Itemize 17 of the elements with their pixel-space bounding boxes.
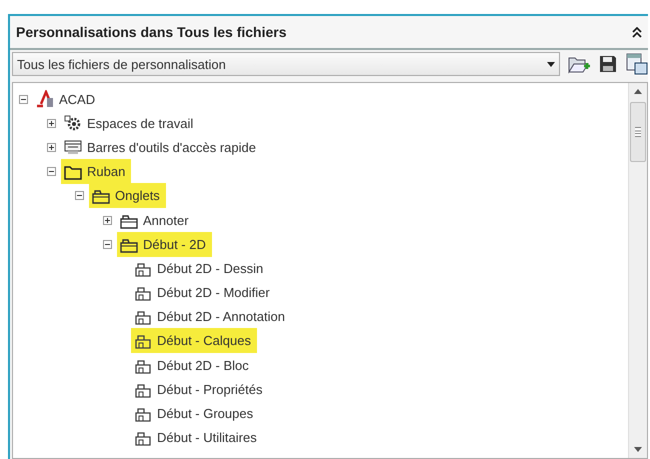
tree-item[interactable]: Début - Utilitaires xyxy=(131,427,263,448)
tree-item[interactable]: ACAD xyxy=(33,88,102,110)
tree-item[interactable]: Début 2D - Bloc xyxy=(131,354,255,376)
tree-item[interactable]: Espaces de travail xyxy=(61,112,200,134)
tree-item[interactable]: Début 2D - Modifier xyxy=(131,282,276,304)
tree-item[interactable]: Début - Groupes xyxy=(131,403,260,424)
tree-item[interactable]: Début - 2D xyxy=(117,232,212,257)
file-dropdown[interactable]: Tous les fichiers de personnalisation xyxy=(12,52,560,76)
tree-item[interactable]: Début - Calques xyxy=(131,328,257,354)
tree-item[interactable]: Onglets xyxy=(89,183,166,208)
tree-item[interactable]: Ruban xyxy=(61,159,132,184)
tree-item[interactable]: Début 2D - Dessin xyxy=(131,258,270,279)
tree-item[interactable]: Annoter xyxy=(117,210,195,231)
tree-item[interactable]: Début - Propriétés xyxy=(131,378,268,400)
tree-item[interactable]: Début 2D - Annotation xyxy=(131,306,291,328)
panel-title: Personnalisations dans Tous les fichiers xyxy=(16,24,286,40)
tree-item[interactable]: Barres d'outils d'accès rapide xyxy=(61,136,262,158)
